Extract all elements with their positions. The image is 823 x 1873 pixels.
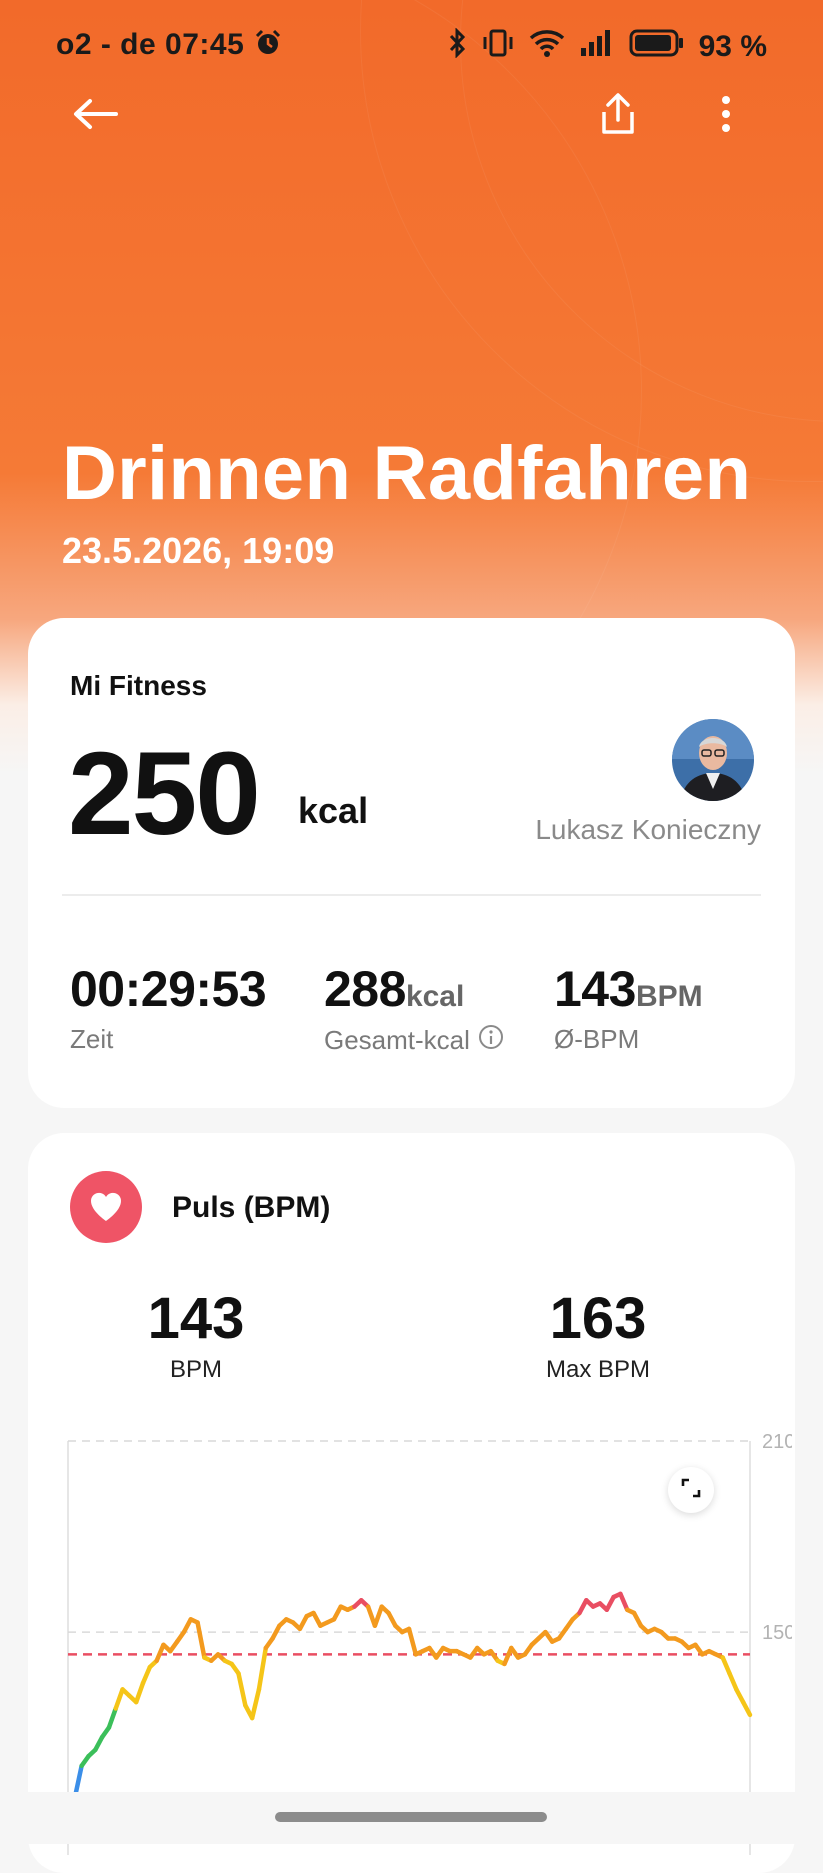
stat-total-kcal-label: Gesamt-kcal [324,1025,470,1055]
clock: 07:45 [165,28,245,61]
stat-duration-label: Zeit [70,1024,114,1054]
max-bpm-value: 163 [549,1286,647,1351]
divider [62,894,761,896]
battery-percent: 93 % [698,30,767,63]
chart-line-segment [113,1687,125,1711]
chart-line-segment [140,1664,153,1686]
chart-line-segment [133,1680,146,1705]
chart-line-segment [740,1699,753,1718]
share-icon [598,92,638,141]
avg-bpm-value: 143 [147,1286,245,1351]
vibrate-icon [481,28,515,66]
chart-line-segment [249,1687,262,1721]
chart-line-segment [372,1604,384,1628]
chart-line-segment [195,1620,207,1660]
chart-line-segment [618,1591,630,1613]
workout-title: Drinnen Radfahren [62,431,752,516]
navigation-bar [0,1792,823,1844]
stat-duration: 00:29:53 Zeit [70,960,267,1055]
carrier-label: o2 - de [56,28,157,61]
heart-rate-title: Puls (BPM) [172,1191,331,1224]
chart-line-segment [406,1626,419,1657]
active-kcal-unit: kcal [298,790,369,831]
summary-card: Mi Fitness 250 kcal Lukasz Konieczny 00:… [28,618,795,1108]
stat-duration-value: 00:29:53 [70,961,267,1017]
stat-total-kcal-unit: kcal [405,980,465,1013]
chart-line-segment [154,1642,166,1663]
status-bar: o2 - de 07:45 93 % [0,0,823,90]
chart-line-segment [256,1645,269,1692]
alarm-icon [253,28,283,66]
battery-icon [629,28,685,66]
stat-total-kcal: 288kcal Gesamt-kcal [324,960,504,1057]
workout-datetime: 23.5.2026, 19:09 [62,530,335,571]
bluetooth-icon [447,27,467,66]
chart-line-segment [106,1706,118,1730]
heart-rate-card: Puls (BPM) 143 BPM 163 Max BPM 21015090 [28,1133,795,1873]
share-button[interactable] [588,86,648,146]
max-bpm-label: Max BPM [545,1356,650,1383]
more-options-button[interactable] [696,86,756,146]
heart-icon [70,1171,142,1243]
stat-total-kcal-value: 288 [324,961,406,1017]
wifi-icon [529,28,565,66]
stat-avg-bpm: 143BPM Ø-BPM [554,960,703,1055]
chart-line-segment [720,1655,732,1676]
stat-avg-bpm-unit: BPM [635,980,703,1013]
brand-label: Mi Fitness [70,670,207,701]
status-left: o2 - de 07:45 [56,28,283,66]
home-gesture-bar[interactable] [275,1812,547,1822]
more-vertical-icon [720,94,732,139]
info-icon[interactable] [478,1024,504,1057]
back-button[interactable] [66,86,126,146]
stat-avg-bpm-label: Ø-BPM [554,1024,640,1054]
status-right: 93 % [447,27,767,66]
avatar[interactable] [672,719,754,801]
stat-avg-bpm-value: 143 [554,961,636,1017]
avg-bpm-block: 143 BPM [140,1285,252,1384]
chart-line-segment [236,1671,248,1708]
chart-y-tick-label: 210 [762,1431,792,1453]
avg-bpm-label: BPM [169,1356,222,1383]
signal-icon [579,28,615,66]
expand-icon [680,1477,702,1504]
chart-line-segment [727,1671,739,1692]
user-name: Lukasz Konieczny [535,814,761,845]
chart-y-tick-label: 150 [762,1622,792,1644]
active-kcal-value: 250 [68,728,261,860]
expand-chart-button[interactable] [668,1467,714,1513]
arrow-left-icon [72,97,120,136]
max-bpm-block: 163 Max BPM [528,1285,668,1384]
